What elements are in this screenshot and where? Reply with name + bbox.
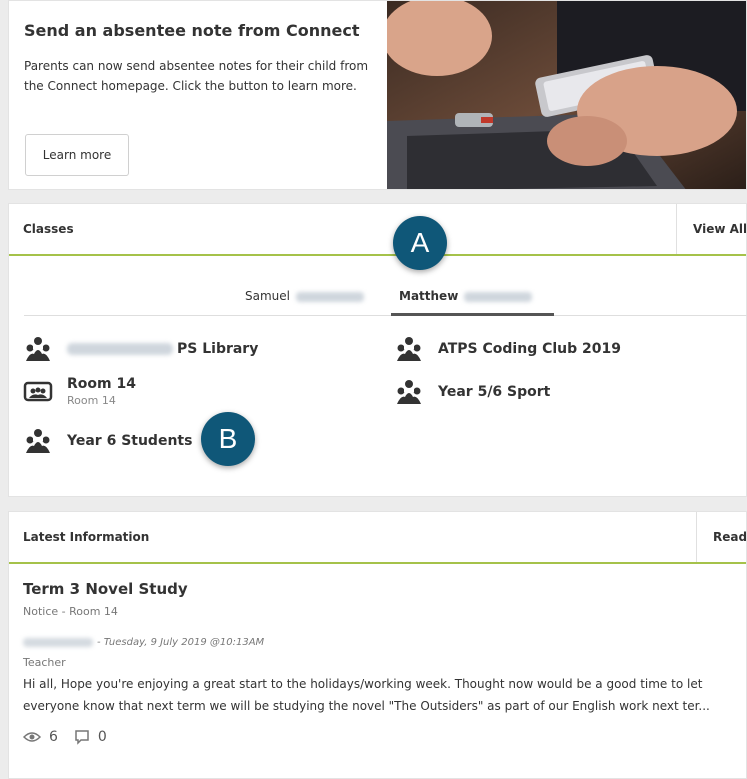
views-count: 6 — [23, 729, 58, 745]
promo-title: Send an absentee note from Connect — [24, 21, 360, 40]
class-name: ATPS Coding Club 2019 — [438, 341, 621, 357]
class-item[interactable]: Year 5/6 Sport — [394, 377, 550, 407]
class-name: Year 5/6 Sport — [438, 384, 551, 400]
post-author-date: - Tuesday, 9 July 2019 @10:13AM — [23, 637, 264, 648]
callout-a-badge: A — [393, 216, 447, 270]
students-group-icon — [394, 377, 424, 407]
eye-icon — [23, 732, 41, 742]
tab-matthew[interactable]: Matthew — [399, 289, 533, 303]
read-link[interactable]: Read — [696, 512, 746, 562]
class-item[interactable]: Room 14 Room 14 — [23, 376, 136, 407]
callout-b-badge: B — [201, 412, 255, 466]
class-name: PS Library — [177, 341, 259, 357]
comments-count[interactable]: 0 — [74, 729, 107, 745]
classroom-icon — [23, 377, 53, 407]
latest-header: Latest Information Read — [9, 512, 746, 564]
tab-samuel[interactable]: Samuel — [245, 289, 364, 303]
students-group-icon — [23, 334, 53, 364]
class-item[interactable]: ATPS Coding Club 2019 — [394, 334, 621, 364]
view-all-link[interactable]: View All — [676, 204, 746, 254]
absentee-promo-card: Send an absentee note from Connect Paren… — [8, 0, 747, 190]
students-group-icon — [394, 334, 424, 364]
latest-information-card: Latest Information Read Term 3 Novel Stu… — [8, 511, 747, 779]
classes-card: Classes View All Samuel Matthew PS Libra… — [8, 203, 747, 497]
class-name: Room 14 — [67, 376, 136, 392]
learn-more-button[interactable]: Learn more — [25, 134, 129, 176]
latest-title: Latest Information — [23, 530, 150, 544]
post-title[interactable]: Term 3 Novel Study — [23, 580, 188, 598]
post-author-role: Teacher — [23, 656, 66, 669]
post-meta: Notice - Room 14 — [23, 605, 118, 618]
classes-title: Classes — [23, 222, 74, 236]
child-tabs: Samuel Matthew — [24, 281, 747, 316]
classes-header: Classes View All — [9, 204, 746, 256]
active-tab-indicator — [391, 313, 554, 316]
class-item[interactable]: Year 6 Students — [23, 426, 192, 456]
comment-icon — [75, 730, 89, 745]
class-name: Year 6 Students — [67, 433, 193, 449]
post-body: Hi all, Hope you're enjoying a great sta… — [23, 677, 710, 713]
promo-body: Parents can now send absentee notes for … — [24, 59, 369, 93]
students-group-icon — [23, 426, 53, 456]
promo-photo — [387, 1, 746, 189]
post-stats: 6 0 — [23, 729, 123, 745]
class-subtitle: Room 14 — [67, 394, 116, 407]
class-item[interactable]: PS Library — [23, 334, 258, 364]
